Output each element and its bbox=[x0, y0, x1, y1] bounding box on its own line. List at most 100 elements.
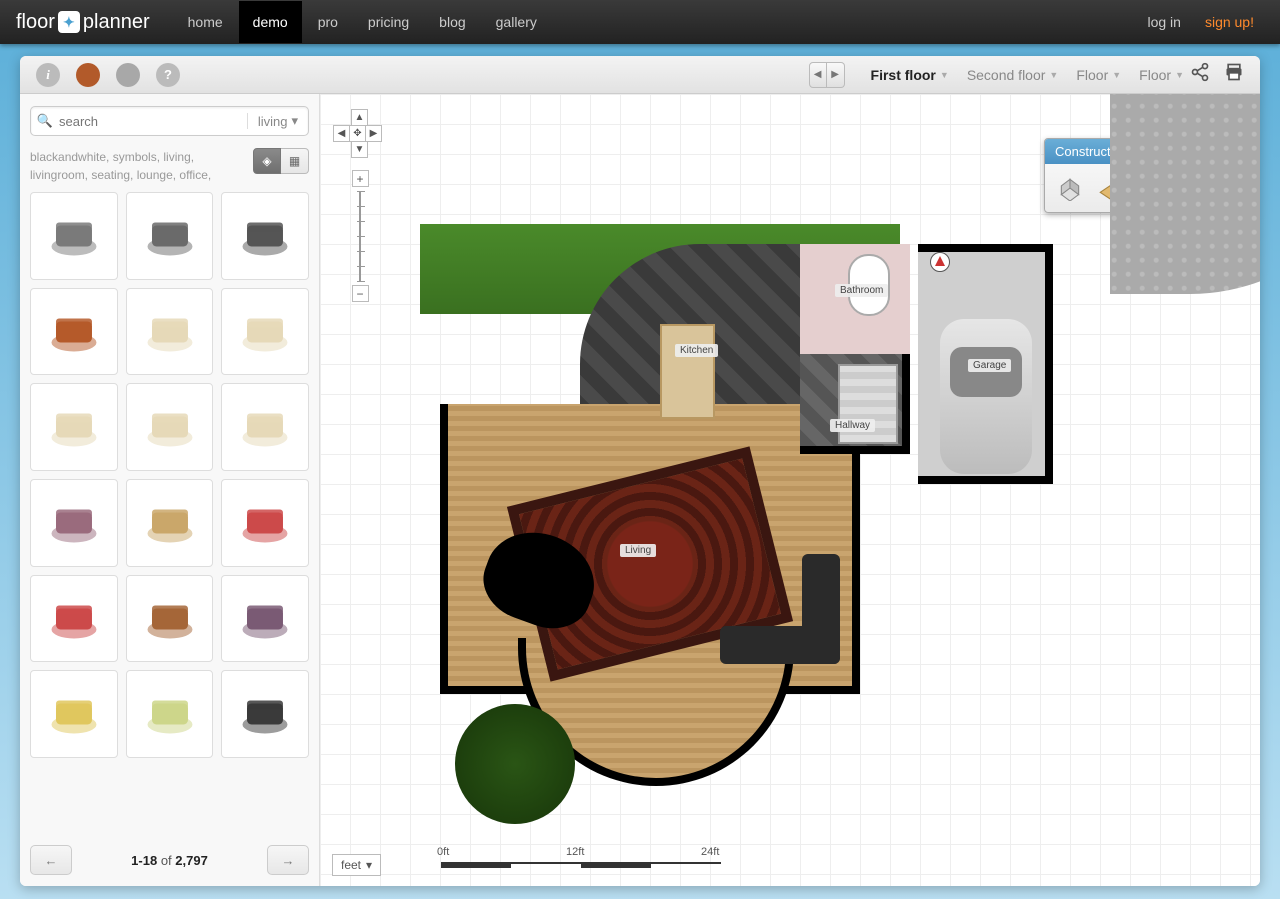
search-input[interactable] bbox=[59, 114, 247, 129]
item-sofa-long[interactable] bbox=[30, 383, 118, 471]
nav-blog[interactable]: blog bbox=[425, 1, 479, 43]
chevron-down-icon: ▾ bbox=[291, 113, 298, 129]
help-icon[interactable]: ? bbox=[156, 63, 180, 87]
compass-icon[interactable] bbox=[930, 252, 950, 272]
nav-demo[interactable]: demo bbox=[239, 1, 302, 43]
item-armchair-brown[interactable] bbox=[126, 575, 214, 663]
item-wire-chair[interactable] bbox=[221, 670, 309, 758]
item-armchair-purple[interactable] bbox=[221, 575, 309, 663]
logo-icon: ✦ bbox=[58, 11, 80, 33]
item-barcelona-chair[interactable] bbox=[30, 192, 118, 280]
item-lounge-chair[interactable] bbox=[221, 192, 309, 280]
floor-2-label: Second floor bbox=[967, 67, 1046, 83]
floor-2[interactable]: Second floor▼ bbox=[967, 67, 1059, 83]
tick-2: 24ft bbox=[701, 846, 719, 858]
furniture-icon[interactable] bbox=[76, 63, 100, 87]
item-sofa-red-2[interactable] bbox=[30, 575, 118, 663]
view-toggle: ◈ ▦ bbox=[253, 148, 309, 174]
nav-pro[interactable]: pro bbox=[304, 1, 352, 43]
toolbar-right bbox=[1190, 62, 1252, 87]
zoom-slider[interactable] bbox=[359, 191, 361, 281]
info-icon[interactable]: i bbox=[36, 63, 60, 87]
page-range: 1-18 bbox=[131, 853, 157, 868]
item-sofa-l[interactable] bbox=[126, 383, 214, 471]
obj-table[interactable] bbox=[660, 324, 715, 419]
body: 🔍 living▾ blackandwhite, symbols, living… bbox=[20, 94, 1260, 886]
item-sofa-beige-2[interactable] bbox=[221, 288, 309, 376]
view-2d-button[interactable]: ▦ bbox=[281, 148, 309, 174]
logo-text-pre: floor bbox=[16, 11, 55, 34]
room-tool[interactable] bbox=[1057, 174, 1083, 202]
label-living[interactable]: Living bbox=[620, 544, 656, 557]
undo-button[interactable]: ◀ bbox=[809, 62, 827, 88]
item-swivel-chair[interactable] bbox=[126, 192, 214, 280]
label-bathroom[interactable]: Bathroom bbox=[835, 284, 888, 297]
floor-1-label: First floor bbox=[871, 67, 936, 83]
item-eames-ottoman[interactable] bbox=[30, 288, 118, 376]
pan-up-button[interactable]: ▲ bbox=[351, 109, 368, 126]
tick-0: 0ft bbox=[437, 846, 449, 858]
label-kitchen[interactable]: Kitchen bbox=[675, 344, 718, 357]
floorplan[interactable]: Kitchen Living Bathroom Hallway Garage bbox=[420, 224, 1150, 784]
label-hallway[interactable]: Hallway bbox=[830, 419, 875, 432]
prev-page-button[interactable]: ← bbox=[30, 845, 72, 875]
label-garage[interactable]: Garage bbox=[968, 359, 1011, 372]
unit-select[interactable]: feet▾ bbox=[332, 854, 381, 876]
obj-car[interactable] bbox=[940, 319, 1032, 474]
nav-right: log in sign up! bbox=[1137, 2, 1264, 42]
item-sofa-red[interactable] bbox=[221, 479, 309, 567]
floor-3[interactable]: Floor▼ bbox=[1076, 67, 1121, 83]
globe-icon[interactable] bbox=[116, 63, 140, 87]
redo-button[interactable]: ▶ bbox=[827, 62, 845, 88]
share-icon[interactable] bbox=[1190, 62, 1210, 87]
obj-bush[interactable] bbox=[455, 704, 575, 824]
chevron-down-icon: ▼ bbox=[940, 70, 949, 80]
tick-1: 12ft bbox=[566, 846, 584, 858]
top-nav: floor ✦ planner home demo pro pricing bl… bbox=[0, 0, 1280, 44]
logo-text-post: planner bbox=[83, 11, 150, 34]
pan-left-button[interactable]: ◀ bbox=[333, 125, 350, 142]
obj-sofa[interactable] bbox=[720, 554, 840, 664]
tag-suggestions[interactable]: blackandwhite, symbols, living, livingro… bbox=[30, 148, 247, 184]
category-select[interactable]: living▾ bbox=[247, 113, 308, 129]
item-grid bbox=[20, 192, 319, 758]
page-total: 2,797 bbox=[175, 853, 208, 868]
item-sofa-beige[interactable] bbox=[126, 288, 214, 376]
chevron-down-icon: ▼ bbox=[1175, 70, 1184, 80]
login-link[interactable]: log in bbox=[1137, 2, 1190, 42]
zoom-in-button[interactable]: + bbox=[352, 170, 369, 187]
page-info: 1-18 of 2,797 bbox=[131, 853, 208, 868]
zoom-out-button[interactable]: − bbox=[352, 285, 369, 302]
item-sofa-l-2[interactable] bbox=[221, 383, 309, 471]
print-icon[interactable] bbox=[1224, 62, 1244, 87]
nav-links: home demo pro pricing blog gallery bbox=[174, 1, 551, 43]
floor-3-label: Floor bbox=[1076, 67, 1108, 83]
pan-zoom-control: ▲ ◀✥▶ ▼ + − bbox=[334, 110, 386, 302]
obj-stairs[interactable] bbox=[838, 364, 898, 444]
nav-pricing[interactable]: pricing bbox=[354, 1, 423, 43]
nav-home[interactable]: home bbox=[174, 1, 237, 43]
category-label: living bbox=[258, 114, 288, 129]
nav-gallery[interactable]: gallery bbox=[482, 1, 551, 43]
pan-center-button[interactable]: ✥ bbox=[349, 125, 366, 142]
item-chaise-green[interactable] bbox=[126, 670, 214, 758]
view-3d-button[interactable]: ◈ bbox=[253, 148, 281, 174]
item-bench[interactable] bbox=[126, 479, 214, 567]
canvas[interactable]: ▲ ◀✥▶ ▼ + − 2D ▾ 3D Construction ▴ bbox=[320, 94, 1260, 886]
item-sofa-purple[interactable] bbox=[30, 479, 118, 567]
floor-1[interactable]: First floor ▼ bbox=[871, 67, 949, 83]
toolbar-left-icons: i ? bbox=[28, 63, 188, 87]
signup-link[interactable]: sign up! bbox=[1195, 2, 1264, 42]
logo[interactable]: floor ✦ planner bbox=[16, 11, 150, 34]
pan-down-button[interactable]: ▼ bbox=[351, 141, 368, 158]
next-page-button[interactable]: → bbox=[267, 845, 309, 875]
page-of: of bbox=[161, 853, 172, 868]
floor-4[interactable]: Floor▼ bbox=[1139, 67, 1184, 83]
floor-selector: First floor▼ Second floor▼ Floor▼ Floor▼ bbox=[871, 67, 1184, 83]
history-nav: ◀ ▶ bbox=[809, 62, 845, 88]
workspace: i ? ◀ ▶ First floor▼ Second floor▼ Floor… bbox=[20, 56, 1260, 886]
item-tub-chair-yellow[interactable] bbox=[30, 670, 118, 758]
scale: 0ft 12ft 24ft bbox=[391, 856, 691, 874]
tags-row: blackandwhite, symbols, living, livingro… bbox=[20, 142, 319, 192]
pan-right-button[interactable]: ▶ bbox=[365, 125, 382, 142]
